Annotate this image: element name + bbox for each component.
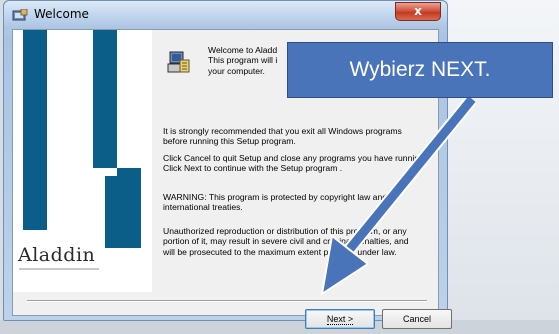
button-separator <box>27 300 427 302</box>
brand-bar-middle <box>93 30 117 168</box>
next-button[interactable]: Next > <box>305 309 375 329</box>
setup-window-icon <box>12 8 28 22</box>
background-bottom <box>0 320 559 334</box>
annotation-callout: Wybierz NEXT. <box>287 42 553 98</box>
welcome-text: Welcome to Aladd This program will i you… <box>208 45 298 76</box>
computer-install-icon <box>166 50 192 76</box>
logo-tagline <box>19 268 99 270</box>
recommendation-text: It is strongly recommended that you exit… <box>163 126 402 147</box>
brand-bar-left <box>23 30 47 230</box>
brand-panel: Aladdin <box>13 30 152 292</box>
aladdin-logo: Aladdin <box>18 244 96 266</box>
welcome-line: your computer. <box>208 65 265 76</box>
legal-text: Unauthorized reproduction or distributio… <box>163 226 409 257</box>
welcome-line: Welcome to Aladd <box>208 45 278 55</box>
welcome-line: This program will i <box>208 55 278 66</box>
brand-bar-right <box>105 168 141 248</box>
window-title: Welcome <box>34 7 89 21</box>
title-bar[interactable]: Welcome x <box>4 1 447 29</box>
cancel-button[interactable]: Cancel <box>382 309 452 329</box>
instructions-text: Click Cancel to quit Setup and close any… <box>163 153 427 174</box>
brand-bar-notch <box>105 168 117 176</box>
close-button[interactable]: x <box>395 2 441 21</box>
warning-text: WARNING: This program is protected by co… <box>163 192 387 213</box>
next-button-label: Next > <box>326 314 354 325</box>
